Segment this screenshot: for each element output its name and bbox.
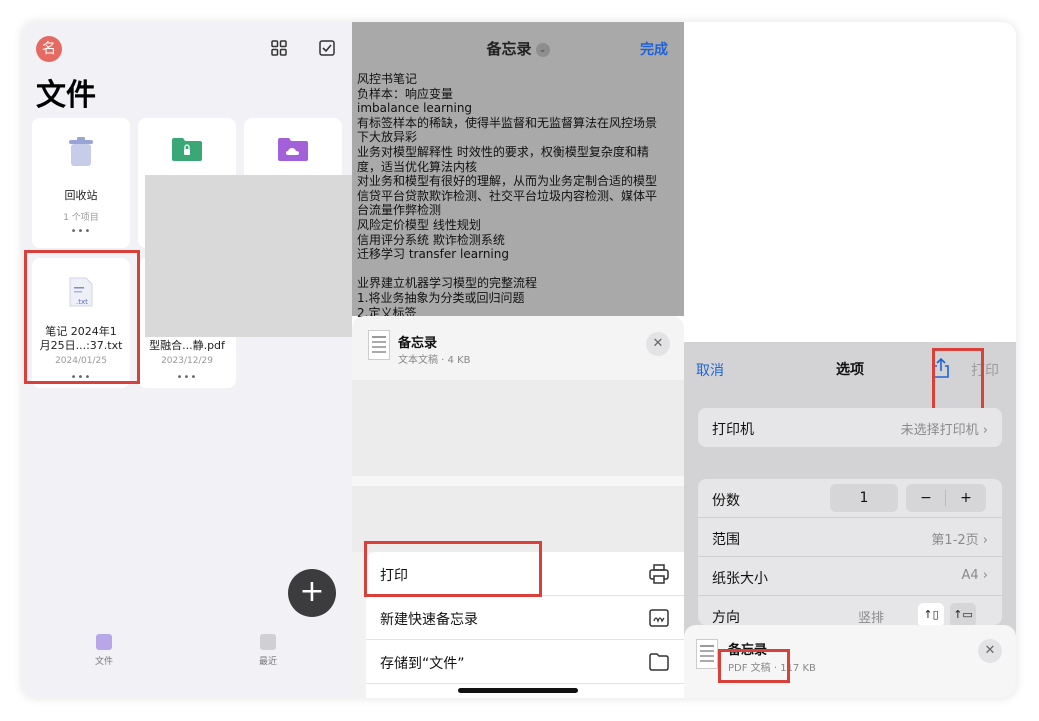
printer-group: 打印机 未选择打印机 › bbox=[698, 408, 1002, 447]
note-line: 下大放异彩 bbox=[357, 130, 418, 145]
printer-label: 打印机 bbox=[712, 422, 754, 438]
add-button[interactable]: + bbox=[288, 569, 336, 617]
note-title-text: 备忘录 bbox=[486, 40, 532, 58]
lock-folder-icon bbox=[172, 138, 202, 161]
copies-row: 份数 1 − + bbox=[698, 479, 1002, 518]
trash-icon bbox=[69, 137, 93, 166]
note-line: imbalance learning bbox=[357, 101, 473, 116]
paper-size-value-text: A4 bbox=[961, 568, 979, 583]
share-doc-info: 文本文稿 · 4 KB bbox=[398, 355, 471, 366]
orientation-label: 方向 bbox=[712, 610, 740, 626]
note-line: 迁移学习 transfer learning bbox=[357, 247, 509, 262]
note-line: 有标签样本的稀缺，使得半监督和无监督算法在风控场景 bbox=[357, 115, 658, 130]
printer-value-text: 未选择打印机 bbox=[900, 423, 979, 438]
copies-label: 份数 bbox=[712, 493, 740, 509]
chevron-down-icon[interactable]: ⌄ bbox=[535, 43, 550, 57]
screenshot-frame: 名 文件 回收站 1 个项目 ••• .txt 笔记 2024年1 月25日..… bbox=[22, 22, 1016, 698]
checkbox-select-icon[interactable] bbox=[318, 39, 336, 57]
quick-note-icon bbox=[649, 609, 669, 627]
paper-size-value: A4 › bbox=[961, 568, 988, 583]
home-indicator bbox=[458, 688, 578, 693]
copies-stepper: − + bbox=[906, 484, 986, 512]
note-line: 风险定价模型 线性规划 bbox=[357, 217, 481, 232]
range-value-text: 第1-2页 bbox=[931, 533, 979, 548]
more-options-icon[interactable]: ••• bbox=[138, 372, 236, 383]
landscape-orientation-icon[interactable]: ↑▭ bbox=[950, 603, 976, 627]
note-line: 1.将业务抽象为分类或回归问题 bbox=[357, 290, 525, 305]
document-thumbnail-icon bbox=[368, 330, 390, 360]
note-line: 业界建立机器学习模型的完整流程 bbox=[357, 276, 538, 291]
folder-tab-icon bbox=[96, 634, 112, 650]
avatar[interactable]: 名 bbox=[36, 36, 62, 62]
range-row[interactable]: 范围 第1-2页 › bbox=[698, 518, 1002, 557]
paper-size-row[interactable]: 纸张大小 A4 › bbox=[698, 557, 1002, 596]
folder-icon bbox=[649, 653, 669, 671]
copies-value[interactable]: 1 bbox=[830, 484, 898, 512]
save-to-files-action[interactable]: 存储到“文件” bbox=[366, 640, 684, 684]
files-panel: 名 文件 回收站 1 个项目 ••• .txt 笔记 2024年1 月25日..… bbox=[22, 22, 352, 698]
document-thumbnail-icon bbox=[696, 639, 718, 669]
share-sheet-header: 备忘录 文本文稿 · 4 KB ✕ bbox=[352, 316, 684, 380]
printer-value: 未选择打印机 › bbox=[901, 419, 988, 438]
share-doc-name: 备忘录 bbox=[398, 336, 438, 351]
share-targets-row bbox=[352, 380, 684, 476]
note-line: 业务对模型解释性 时效性的要求，权衡模型复杂度和精 bbox=[357, 144, 649, 159]
cloud-folder-icon bbox=[278, 138, 308, 161]
action-label: 新建快速备忘录 bbox=[380, 612, 478, 628]
card-name: 型融合...静.pdf bbox=[149, 339, 225, 352]
note-line bbox=[357, 262, 679, 277]
page-title: 文件 bbox=[36, 78, 96, 113]
quick-note-action[interactable]: 新建快速备忘录 bbox=[366, 596, 684, 640]
tab-files[interactable]: 文件 bbox=[84, 634, 124, 667]
more-options-icon[interactable]: ••• bbox=[32, 226, 130, 237]
card-count: 1 个项目 bbox=[63, 213, 99, 223]
range-value: 第1-2页 › bbox=[931, 529, 988, 548]
note-line: 对业务和模型有很好的理解，从而为业务定制合适的模型 bbox=[357, 174, 658, 189]
close-icon[interactable]: ✕ bbox=[978, 639, 1002, 663]
highlight-box bbox=[718, 649, 790, 683]
done-button[interactable]: 完成 bbox=[640, 39, 668, 59]
note-line: 信用评分系统 欺诈检测系统 bbox=[357, 232, 505, 247]
print-options-panel: 取消 选项 打印 打印机 未选择打印机 › 份数 1 − + 范围 第1-2页 … bbox=[684, 22, 1016, 698]
note-title[interactable]: 备忘录 ⌄ bbox=[352, 38, 684, 59]
tab-label: 最近 bbox=[258, 657, 277, 667]
highlight-box bbox=[364, 541, 542, 597]
note-line: 信贷平台贷款欺诈检测、社交平台垃圾内容检测、媒体平 bbox=[357, 188, 658, 203]
note-body[interactable]: 风控书笔记 负样本：响应变量 imbalance learning 有标签样本的… bbox=[357, 72, 679, 320]
plus-button[interactable]: + bbox=[946, 484, 986, 512]
placeholder-overlay bbox=[145, 175, 352, 337]
close-icon[interactable]: ✕ bbox=[646, 332, 670, 356]
action-label: 存储到“文件” bbox=[380, 656, 465, 672]
note-line: 度，适当优化算法内核 bbox=[357, 159, 478, 174]
recycle-bin-card[interactable]: 回收站 1 个项目 ••• bbox=[32, 118, 130, 248]
paper-size-label: 纸张大小 bbox=[712, 571, 768, 587]
chevron-right-icon: › bbox=[982, 533, 988, 548]
chevron-right-icon: › bbox=[982, 423, 988, 438]
settings-group: 份数 1 − + 范围 第1-2页 › 纸张大小 A4 › 方向 竖排 ↑▯ ↑… bbox=[698, 479, 1002, 627]
orientation-value: 竖排 bbox=[857, 611, 884, 626]
minus-button[interactable]: − bbox=[906, 484, 946, 512]
grid-view-icon[interactable] bbox=[270, 39, 288, 57]
divider bbox=[352, 476, 684, 486]
card-name: 回收站 bbox=[64, 189, 98, 202]
note-line: 负样本：响应变量 bbox=[357, 86, 454, 101]
highlight-box bbox=[24, 250, 140, 384]
note-editor: 备忘录 ⌄ 完成 风控书笔记 负样本：响应变量 imbalance learnin… bbox=[352, 22, 684, 320]
notes-panel: 备忘录 ⌄ 完成 风控书笔记 负样本：响应变量 imbalance learnin… bbox=[352, 22, 684, 698]
note-line: 台流量作弊检测 bbox=[357, 203, 442, 218]
printer-icon bbox=[649, 564, 669, 584]
tab-recent[interactable]: 最近 bbox=[248, 634, 288, 667]
card-date: 2023/12/29 bbox=[161, 356, 213, 366]
range-label: 范围 bbox=[712, 532, 740, 548]
note-line: 风控书笔记 bbox=[357, 72, 418, 86]
highlight-box bbox=[932, 348, 984, 411]
tab-label: 文件 bbox=[94, 657, 113, 667]
recent-tab-icon bbox=[260, 634, 276, 650]
chevron-right-icon: › bbox=[982, 568, 988, 583]
printer-row[interactable]: 打印机 未选择打印机 › bbox=[698, 408, 1002, 447]
portrait-orientation-icon[interactable]: ↑▯ bbox=[918, 603, 944, 627]
